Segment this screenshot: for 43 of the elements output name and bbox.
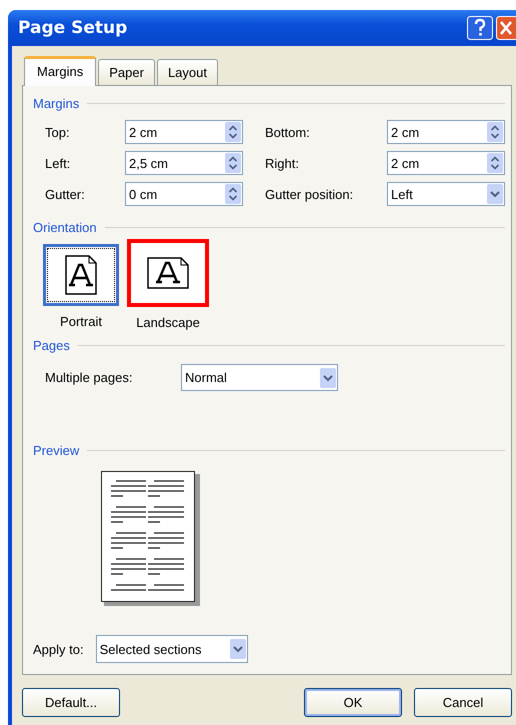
tab[interactable]: Paper (98, 59, 155, 85)
spinner-arrows-icon[interactable] (487, 153, 503, 173)
spin-field[interactable]: 0 cm (125, 182, 243, 206)
window-title: Page Setup (18, 18, 128, 38)
landscape-page-icon (147, 257, 189, 289)
section-heading: Margins (33, 96, 80, 110)
field-label: Gutter position: (265, 186, 354, 202)
tab[interactable]: Layout (156, 59, 218, 85)
section-heading: Orientation (33, 220, 97, 234)
field-label: Top: (45, 124, 71, 140)
dialog-button[interactable]: Cancel (414, 688, 512, 717)
orientation-button[interactable] (127, 239, 209, 307)
spin-field[interactable]: 2 cm (387, 151, 505, 175)
ok-button[interactable]: OK (304, 688, 402, 717)
field-label: Multiple pages: (45, 370, 134, 385)
dropdown[interactable]: Normal (181, 364, 338, 391)
help-icon[interactable] (467, 16, 493, 40)
close-icon[interactable] (496, 16, 516, 40)
portrait-page-icon (65, 255, 97, 295)
field-label: Bottom: (265, 124, 311, 140)
orientation-label: Landscape (136, 315, 200, 330)
dropdown[interactable]: Selected sections (96, 635, 248, 663)
chevron-down-icon[interactable] (487, 184, 503, 204)
spin-field[interactable]: 2,5 cm (125, 151, 243, 175)
field-label: Gutter: (45, 186, 86, 202)
section-heading: Pages (33, 338, 70, 352)
spin-field[interactable]: 2 cm (125, 120, 243, 144)
spinner-arrows-icon[interactable] (487, 122, 503, 142)
orientation-label: Portrait (60, 314, 102, 329)
dialog-button[interactable]: Default... (22, 688, 120, 717)
spinner-arrows-icon[interactable] (225, 184, 241, 204)
orientation-button[interactable] (43, 244, 119, 306)
dropdown[interactable]: Left (387, 182, 505, 206)
chevron-down-icon[interactable] (320, 368, 336, 388)
field-label: Apply to: (33, 642, 84, 656)
field-label: Right: (265, 156, 300, 170)
spinner-arrows-icon[interactable] (225, 122, 241, 142)
section-heading: Preview (33, 442, 80, 458)
chevron-down-icon[interactable] (230, 639, 246, 659)
spinner-arrows-icon[interactable] (225, 153, 241, 173)
tab[interactable]: Margins (24, 56, 96, 86)
field-label: Left: (45, 156, 72, 170)
spin-field[interactable]: 2 cm (387, 120, 505, 144)
